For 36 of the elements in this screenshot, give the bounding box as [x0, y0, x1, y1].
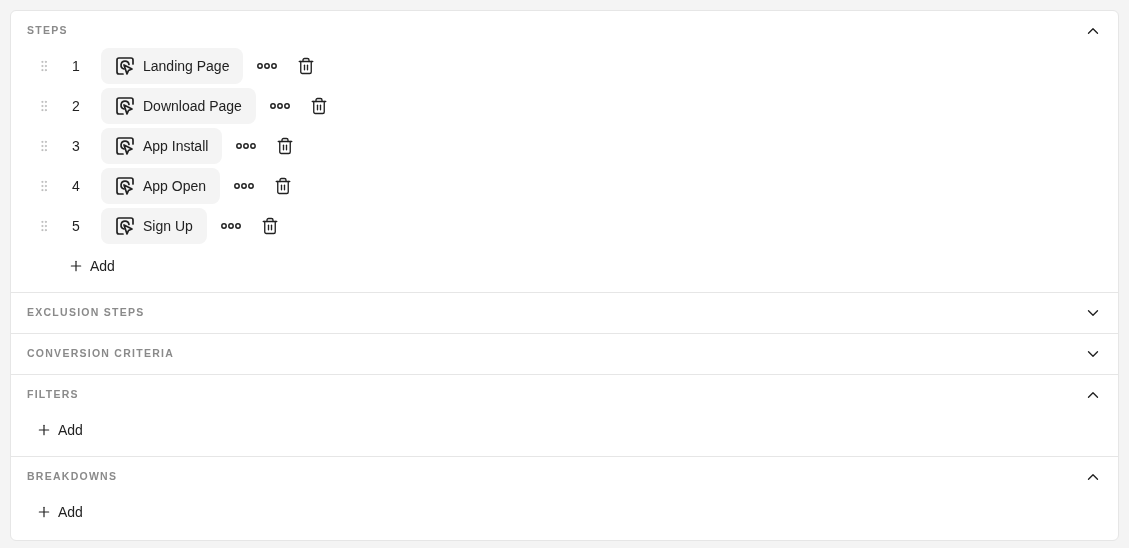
trash-icon[interactable]	[276, 137, 295, 155]
trash-icon[interactable]	[260, 217, 279, 235]
step-number: 5	[71, 216, 81, 236]
plus-icon	[68, 258, 84, 274]
step-chip[interactable]: Download Page	[101, 88, 256, 124]
trash-icon[interactable]	[309, 97, 328, 115]
step-number: 4	[71, 176, 81, 196]
trash-icon[interactable]	[274, 177, 293, 195]
add-button[interactable]: Add	[68, 246, 115, 286]
step-chip[interactable]: App Install	[101, 128, 223, 164]
section-title: STEPS	[27, 23, 68, 39]
more-icon[interactable]	[220, 223, 241, 229]
section-title: EXCLUSION STEPS	[27, 305, 145, 321]
add-button[interactable]: Add	[36, 410, 83, 450]
add-button[interactable]: Add	[36, 492, 83, 532]
plus-icon	[36, 504, 52, 520]
step-number: 2	[71, 96, 81, 116]
step-chip[interactable]: Landing Page	[101, 48, 244, 84]
more-icon[interactable]	[257, 63, 278, 69]
section-title: CONVERSION CRITERIA	[27, 346, 175, 362]
cursor-click-icon	[115, 176, 135, 196]
step-number: 1	[71, 56, 81, 76]
section-title: FILTERS	[27, 387, 79, 403]
more-icon[interactable]	[234, 183, 255, 189]
step-chip[interactable]: App Open	[101, 168, 221, 204]
more-icon[interactable]	[269, 103, 290, 109]
trash-icon[interactable]	[297, 57, 316, 75]
step-number: 3	[71, 136, 81, 156]
cursor-click-icon	[115, 96, 135, 116]
cursor-click-icon	[115, 136, 135, 156]
cursor-click-icon	[115, 56, 135, 76]
plus-icon	[36, 422, 52, 438]
cursor-click-icon	[115, 216, 135, 236]
step-chip[interactable]: Sign Up	[101, 208, 207, 244]
section-title: BREAKDOWNS	[27, 469, 118, 485]
more-icon[interactable]	[236, 143, 257, 149]
